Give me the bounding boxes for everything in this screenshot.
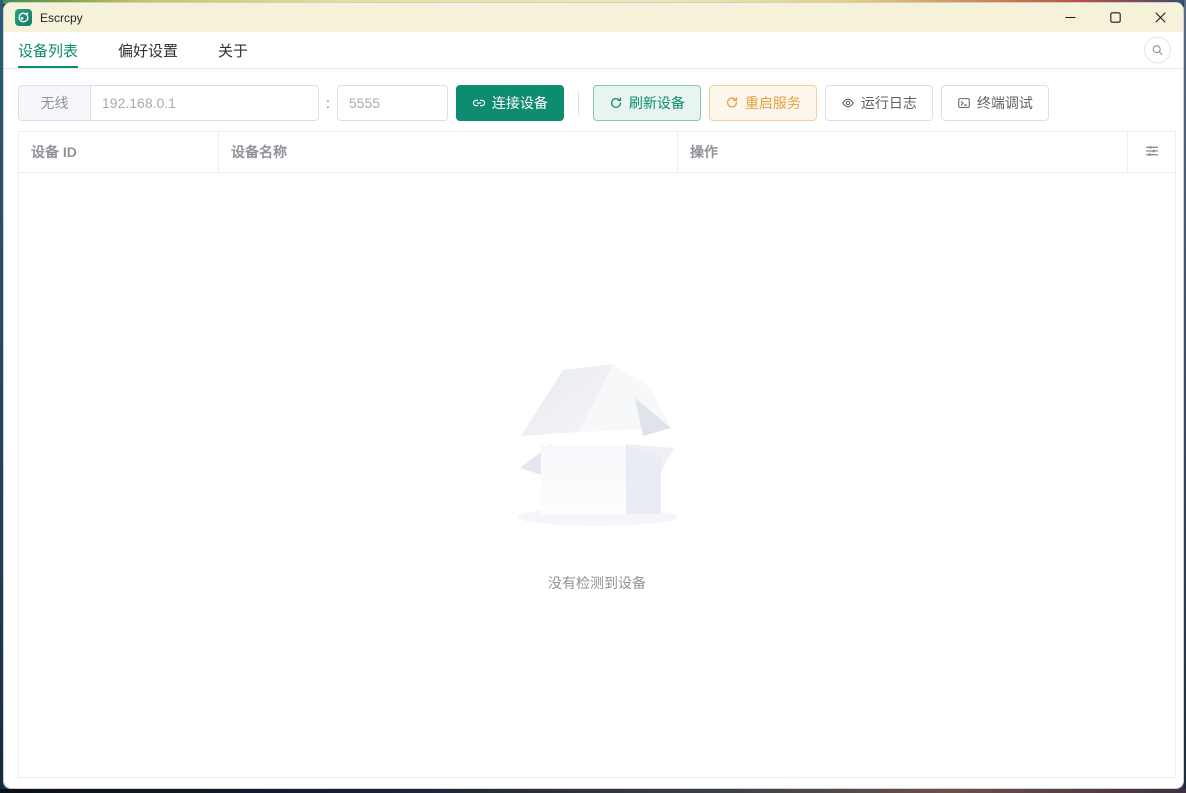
restart-service-button[interactable]: 重启服务: [708, 85, 817, 121]
ip-input[interactable]: [90, 85, 319, 121]
wireless-label: 无线: [18, 85, 90, 121]
column-header-device-name: 设备名称: [219, 132, 678, 172]
devices-table: 设备 ID 设备名称 操作 没有检测到设备: [18, 131, 1176, 778]
minimize-button[interactable]: [1048, 3, 1093, 32]
refresh-devices-label: 刷新设备: [628, 95, 685, 111]
window-controls: [1048, 3, 1183, 32]
app-window: Escrcpy 设备列表 偏好设置 关于 无线 192.168.0.1: 55…: [3, 2, 1184, 789]
empty-state: 没有检测到设备: [513, 358, 681, 593]
close-button[interactable]: [1138, 3, 1183, 32]
app-logo-icon: [15, 9, 32, 26]
tab-preferences[interactable]: 偏好设置: [118, 32, 178, 68]
refresh-devices-button[interactable]: 刷新设备: [592, 85, 701, 121]
search-button[interactable]: [1144, 36, 1171, 64]
window-title: Escrcpy: [40, 10, 83, 25]
wireless-address-group: 无线: [18, 85, 319, 121]
connect-device-button[interactable]: 连接设备: [455, 85, 564, 121]
maximize-button[interactable]: [1093, 3, 1138, 32]
toolbar: 无线 : 连接设备: [18, 85, 1169, 121]
port-input[interactable]: [336, 85, 448, 121]
eye-icon: [841, 96, 855, 110]
toolbar-divider: [577, 91, 579, 115]
devices-table-body: 没有检测到设备: [19, 173, 1175, 777]
connect-device-label: 连接设备: [491, 95, 548, 111]
run-logs-label: 运行日志: [860, 95, 917, 111]
tab-device-list[interactable]: 设备列表: [18, 32, 79, 68]
run-logs-button[interactable]: 运行日志: [824, 85, 933, 121]
terminal-debug-button[interactable]: 终端调试: [940, 85, 1049, 121]
devices-table-header: 设备 ID 设备名称 操作: [19, 132, 1175, 173]
titlebar: Escrcpy: [4, 3, 1183, 32]
sliders-icon: [1144, 143, 1160, 162]
empty-box-illustration: [513, 358, 681, 533]
search-icon: [1151, 44, 1164, 57]
link-icon: [472, 96, 486, 110]
tab-about[interactable]: 关于: [218, 32, 248, 68]
refresh-icon: [609, 96, 623, 110]
empty-text: 没有检测到设备: [548, 574, 646, 591]
column-settings-button[interactable]: [1128, 132, 1175, 172]
terminal-debug-label: 终端调试: [976, 95, 1033, 111]
restart-icon: [725, 96, 739, 110]
column-header-operations: 操作: [678, 132, 1128, 172]
desktop-background: Escrcpy 设备列表 偏好设置 关于 无线 192.168.0.1: 55…: [0, 0, 1186, 793]
restart-service-label: 重启服务: [744, 95, 801, 111]
port-separator: :: [326, 95, 330, 111]
column-header-device-id: 设备 ID: [19, 132, 219, 172]
desktop-edge-bottom: [0, 789, 1186, 793]
terminal-icon: [957, 96, 971, 110]
tab-bar: 设备列表 偏好设置 关于: [4, 32, 1183, 69]
